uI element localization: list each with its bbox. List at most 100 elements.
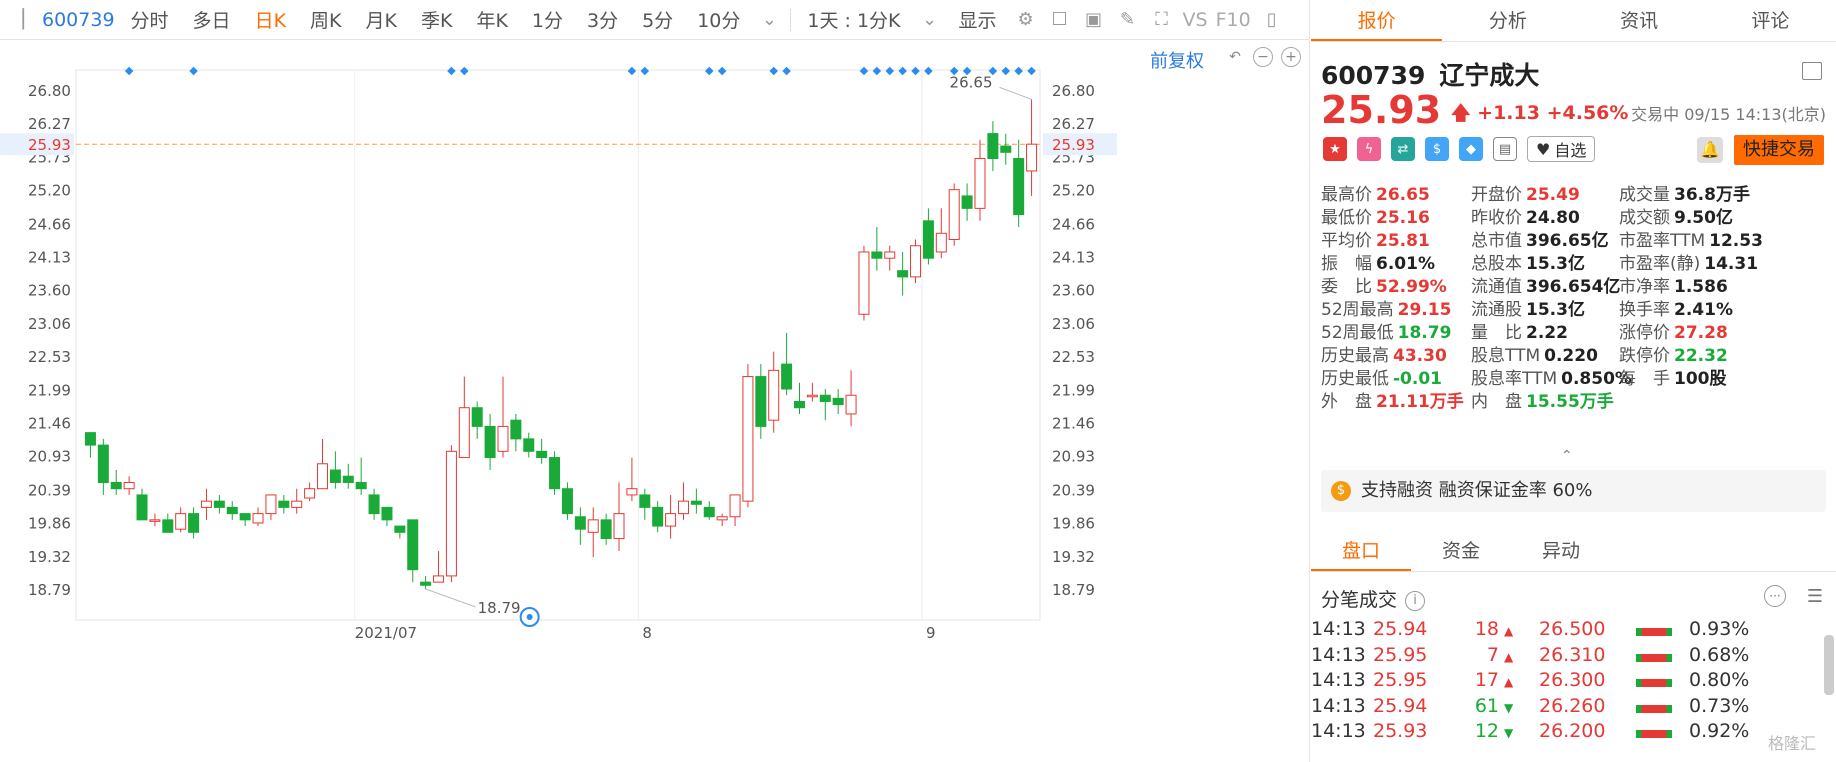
fenbi-vol: 18 xyxy=(1474,618,1499,640)
event-marker[interactable] xyxy=(911,66,920,76)
tag-icon[interactable]: ◆ xyxy=(1459,137,1483,161)
low-annotation: 18.79 xyxy=(478,599,521,617)
interval-combo[interactable]: 1天 : 1分K xyxy=(795,6,912,33)
list-icon[interactable]: ☰ xyxy=(1804,585,1826,607)
fullscreen-icon[interactable]: ⛶ xyxy=(1151,9,1173,31)
document-icon[interactable]: ▤ xyxy=(1493,137,1517,161)
chevron-down-icon[interactable]: ⌄ xyxy=(758,9,780,31)
info-icon[interactable]: i xyxy=(1405,590,1426,611)
menu-icon[interactable] xyxy=(1802,62,1822,80)
event-marker[interactable] xyxy=(872,66,882,76)
period-tab[interactable]: 10分 xyxy=(685,6,752,33)
subtab-1[interactable]: 资金 xyxy=(1411,530,1511,571)
event-marker[interactable] xyxy=(717,66,727,76)
period-tab[interactable]: 1分 xyxy=(520,6,575,33)
event-marker[interactable] xyxy=(1001,66,1011,76)
sidebar-toggle-icon[interactable]: ▕ xyxy=(6,9,28,31)
event-marker[interactable] xyxy=(705,66,714,76)
lightning-icon[interactable]: ϟ xyxy=(1357,137,1381,161)
event-marker[interactable] xyxy=(898,66,907,76)
square-icon[interactable]: ☐ xyxy=(1049,9,1071,31)
x-tick: 2021/07 xyxy=(355,624,417,642)
fenbi-vol: 17 xyxy=(1474,669,1499,691)
vs-button[interactable]: VS xyxy=(1179,9,1212,31)
price-change: 🡅 +1.13 +4.56% xyxy=(1451,99,1628,131)
fenbi-bar xyxy=(1636,653,1672,662)
period-tab[interactable]: 多日 xyxy=(181,6,243,33)
event-marker[interactable] xyxy=(859,66,869,76)
period-tab[interactable]: 3分 xyxy=(575,6,630,33)
candle-body xyxy=(1013,158,1025,216)
dollar-icon[interactable]: $ xyxy=(1425,137,1449,161)
panel-icon[interactable]: ▯ xyxy=(1261,9,1283,31)
event-marker[interactable] xyxy=(640,66,650,76)
candle-body xyxy=(665,513,677,527)
fenbi-row: 14:13 25.95 7 ▲ 26.310 0.68% xyxy=(1311,644,1811,672)
subtab-0[interactable]: 盘口 xyxy=(1311,530,1411,571)
subtab-2[interactable]: 异动 xyxy=(1511,530,1611,571)
event-marker[interactable] xyxy=(447,66,456,76)
scrollbar[interactable] xyxy=(1824,635,1834,695)
candle-body xyxy=(961,195,973,209)
candle-body xyxy=(188,513,200,533)
event-marker[interactable] xyxy=(924,66,933,76)
quick-trade-button[interactable]: 快捷交易 xyxy=(1734,135,1824,165)
fenbi-value: 26.310 xyxy=(1539,643,1606,666)
tab-3[interactable]: 评论 xyxy=(1705,0,1836,41)
kline-chart[interactable]: 26.80 26.8026.27 26.2725.73 25.7325.20 25.20… xyxy=(0,40,1310,762)
stat-label: 52周最低 xyxy=(1321,323,1394,343)
gear-icon[interactable]: ⚙ xyxy=(1015,9,1037,31)
pen-icon[interactable]: ✎ xyxy=(1117,9,1139,31)
tab-2[interactable]: 资讯 xyxy=(1574,0,1705,41)
fenbi-tools: ··· ☰ xyxy=(1764,585,1826,607)
period-tab[interactable]: 年K xyxy=(464,6,519,33)
period-tab[interactable]: 周K xyxy=(298,6,353,33)
period-tab[interactable]: 季K xyxy=(409,6,464,33)
tab-1[interactable]: 分析 xyxy=(1442,0,1573,41)
stat-item: 历史最高 43.30 xyxy=(1321,341,1447,366)
event-marker[interactable] xyxy=(782,66,791,76)
event-marker[interactable] xyxy=(885,66,894,76)
y-tick-right: 19.86 xyxy=(1052,514,1095,532)
stat-value: 396.654亿 xyxy=(1526,277,1621,297)
stat-item: 成交额 9.50亿 xyxy=(1619,203,1733,228)
quote-panel: 报价 分析 资讯 评论 600739 辽宁成大 25.93 🡅 +1.13 +4.56%… xyxy=(1311,0,1836,762)
event-marker[interactable] xyxy=(627,66,637,76)
candle-body xyxy=(729,494,741,518)
display-menu[interactable]: 显示 xyxy=(947,6,1009,33)
more-icon[interactable]: ··· xyxy=(1764,585,1786,607)
bell-icon[interactable]: 🔔 xyxy=(1697,137,1723,163)
chevron-up-icon[interactable]: ⌃ xyxy=(1561,448,1573,464)
fenbi-vol: 61 xyxy=(1474,694,1499,717)
stat-label: 平均价 xyxy=(1321,231,1372,251)
stat-item: 流通值 396.654亿 xyxy=(1471,272,1620,297)
y-tick-left: 23.60 xyxy=(28,281,71,299)
candle-body xyxy=(136,494,148,521)
add-watchlist-button[interactable]: ♥ 自选 xyxy=(1527,136,1596,162)
event-marker[interactable] xyxy=(1027,66,1036,76)
stat-item: 总市值 396.65亿 xyxy=(1471,226,1609,251)
china-flag-icon[interactable]: ★ xyxy=(1323,137,1347,161)
candle-body xyxy=(832,397,844,406)
event-marker[interactable] xyxy=(1014,66,1023,76)
fenbi-time: 14:13 xyxy=(1311,694,1366,717)
period-tab[interactable]: 分时 xyxy=(119,6,181,33)
f10-button[interactable]: F10 xyxy=(1212,9,1255,31)
shuffle-icon[interactable]: ⇄ xyxy=(1391,137,1415,161)
event-marker[interactable] xyxy=(769,66,778,76)
candle-body xyxy=(394,525,406,533)
event-marker[interactable] xyxy=(189,66,198,76)
period-tab[interactable]: 月K xyxy=(354,6,409,33)
candle-body xyxy=(420,581,432,586)
camera-icon[interactable]: ▣ xyxy=(1083,9,1105,31)
stat-label: 历史最低 xyxy=(1321,369,1389,389)
period-tab[interactable]: 日K xyxy=(243,6,298,33)
candle-body xyxy=(781,363,793,390)
period-tab[interactable]: 5分 xyxy=(630,6,685,33)
event-marker[interactable] xyxy=(124,66,134,76)
candle-body xyxy=(471,407,483,427)
candle-body xyxy=(652,506,664,527)
tab-0[interactable]: 报价 xyxy=(1311,0,1443,41)
event-marker[interactable] xyxy=(460,66,469,76)
chevron-down-icon[interactable]: ⌄ xyxy=(919,9,941,31)
